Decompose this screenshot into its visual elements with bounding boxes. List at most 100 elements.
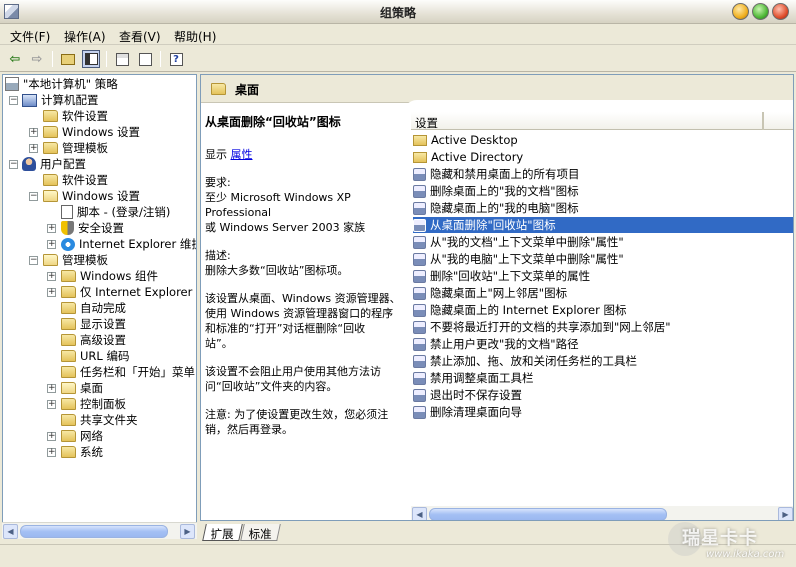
list-item-setting[interactable]: 从"我的文档"上下文菜单中删除"属性" [413,234,793,250]
tree-item-computer-software[interactable]: 软件设置 [43,108,108,124]
show-hide-tree-icon [84,53,98,65]
list-item-setting[interactable]: 不要将最近打开的文档的共享添加到"网上邻居" [413,319,793,335]
list-item-setting[interactable]: 隐藏桌面上的"我的电脑"图标 [413,200,793,216]
tree-item-security[interactable]: 安全设置 [61,220,124,236]
description-paragraph: 使用 Windows 资源管理器窗口的程序 [205,307,394,320]
list-item-setting[interactable]: 退出时不保存设置 [413,387,793,403]
details-header: 桌面 [201,75,793,103]
tree-item-ie-only[interactable]: 仅 Internet Explorer 维 [61,284,196,300]
tree-label: Windows 设置 [62,189,140,203]
tab-standard[interactable]: 标准 [240,524,281,541]
list-item-setting[interactable]: 删除清理桌面向导 [413,404,793,420]
tree-item-admin-templates[interactable]: 管理模板 [43,252,108,268]
description-paragraph: 该设置不会阻止用户使用其他方法访 [205,365,381,378]
tree-item-display[interactable]: 显示设置 [61,316,126,332]
collapse-icon[interactable]: − [9,160,18,169]
collapse-icon[interactable]: − [29,256,38,265]
tree-item-shared-folders[interactable]: 共享文件夹 [61,412,138,428]
expand-icon[interactable]: + [47,272,56,281]
list-item-setting[interactable]: 隐藏桌面上的 Internet Explorer 图标 [413,302,793,318]
scroll-thumb[interactable] [429,508,667,520]
tree-item-user-windows[interactable]: Windows 设置 [43,188,140,204]
tree-horizontal-scrollbar[interactable]: ◀ ▶ [2,522,197,539]
tree-item-network[interactable]: 网络 [61,428,103,444]
list-item-setting[interactable]: 从"我的电脑"上下文菜单中删除"属性" [413,251,793,267]
expand-icon[interactable]: + [47,224,56,233]
menu-file[interactable]: 文件(F) [10,28,50,45]
up-one-level-button[interactable] [59,50,77,68]
close-button[interactable] [772,3,789,20]
description-title: 从桌面删除“回收站”图标 [205,115,341,129]
expand-icon[interactable]: + [47,240,56,249]
expand-icon[interactable]: + [47,448,56,457]
scroll-left-arrow-icon[interactable]: ◀ [3,524,18,539]
show-hide-tree-button[interactable] [82,50,100,68]
expand-icon[interactable]: + [47,384,56,393]
list-item-label: 删除"回收站"上下文菜单的属性 [430,269,591,283]
tree-item-control-panel[interactable]: 控制面板 [61,396,126,412]
policy-setting-icon [413,303,426,317]
tree-item-url-encoding[interactable]: URL 编码 [61,348,129,364]
folder-icon [61,446,76,458]
list-item-folder[interactable]: Active Directory [413,149,793,165]
tree-item-user-config[interactable]: 用户配置 [22,156,86,172]
tree-item-advanced[interactable]: 高级设置 [61,332,126,348]
properties-button[interactable] [113,50,131,68]
list-item-label: 不要将最近打开的文档的共享添加到"网上邻居" [430,320,671,334]
minimize-button[interactable] [732,3,749,20]
tree-item-system[interactable]: 系统 [61,444,103,460]
requirements-line: 至少 Microsoft Windows XP Professional [205,191,351,219]
collapse-icon[interactable]: − [29,192,38,201]
list-item-setting[interactable]: 隐藏和禁用桌面上的所有项目 [413,166,793,182]
list-item-setting[interactable]: 禁止用户更改"我的文档"路径 [413,336,793,352]
tree-item-taskbar-start[interactable]: 任务栏和「开始」菜单 [61,364,195,380]
list-item-setting[interactable]: 隐藏桌面上"网上邻居"图标 [413,285,793,301]
menu-help[interactable]: 帮助(H) [174,28,216,45]
list-item-setting[interactable]: 删除桌面上的"我的文档"图标 [413,183,793,199]
list-item-setting[interactable]: 删除"回收站"上下文菜单的属性 [413,268,793,284]
requirements-label: 要求: [205,176,231,189]
back-button[interactable]: ⇦ [6,50,24,68]
tree-item-desktop[interactable]: 桌面 [61,380,103,396]
list-item-label: 退出时不保存设置 [430,388,522,402]
tab-extended[interactable]: 扩展 [202,524,243,541]
show-properties-line: 显示 属性 [205,147,405,162]
list-item-folder[interactable]: Active Desktop [413,132,793,148]
menu-action[interactable]: 操作(A) [64,28,106,45]
column-divider[interactable] [762,112,764,130]
list-item-setting[interactable]: 禁用调整桌面工具栏 [413,370,793,386]
tab-label: 标准 [248,527,272,541]
maximize-button[interactable] [752,3,769,20]
description-text: 删除大多数“回收站”图标项。 [205,264,349,277]
list-item-label: 禁止添加、拖、放和关闭任务栏的工具栏 [430,354,637,368]
expand-icon[interactable]: + [47,288,56,297]
expand-icon[interactable]: + [47,400,56,409]
tree-item-user-software[interactable]: 软件设置 [43,172,108,188]
scroll-thumb[interactable] [20,525,168,538]
tree-item-computer-admin[interactable]: 管理模板 [43,140,108,156]
tree-item-ie-maintenance[interactable]: Internet Explorer 维护 [61,236,196,252]
expand-icon[interactable]: + [29,128,38,137]
menu-view[interactable]: 查看(V) [119,28,161,45]
tree-item-computer-config[interactable]: 计算机配置 [22,92,99,108]
tree-label: Windows 组件 [80,269,158,283]
tree-item-autocomplete[interactable]: 自动完成 [61,300,126,316]
tree-item-scripts[interactable]: 脚本 - (登录/注销) [61,204,170,220]
help-button[interactable]: ? [167,50,185,68]
collapse-icon[interactable]: − [9,96,18,105]
tree-item-computer-windows[interactable]: Windows 设置 [43,124,140,140]
scroll-left-arrow-icon[interactable]: ◀ [412,507,427,520]
tree-label: 软件设置 [62,109,108,123]
tree-root[interactable]: "本地计算机" 策略 [5,76,118,92]
expand-icon[interactable]: + [29,144,38,153]
tree-item-windows-components[interactable]: Windows 组件 [61,268,158,284]
scroll-right-arrow-icon[interactable]: ▶ [180,524,195,539]
settings-column-header[interactable]: 设置 [411,112,793,130]
forward-button[interactable]: ⇨ [28,50,46,68]
expand-icon[interactable]: + [47,432,56,441]
tree-label: 管理模板 [62,141,108,155]
list-item-setting[interactable]: 禁止添加、拖、放和关闭任务栏的工具栏 [413,353,793,369]
properties-link[interactable]: 属性 [231,148,253,161]
export-list-button[interactable] [136,50,154,68]
list-item-setting[interactable]: 从桌面删除"回收站"图标 [413,217,793,233]
